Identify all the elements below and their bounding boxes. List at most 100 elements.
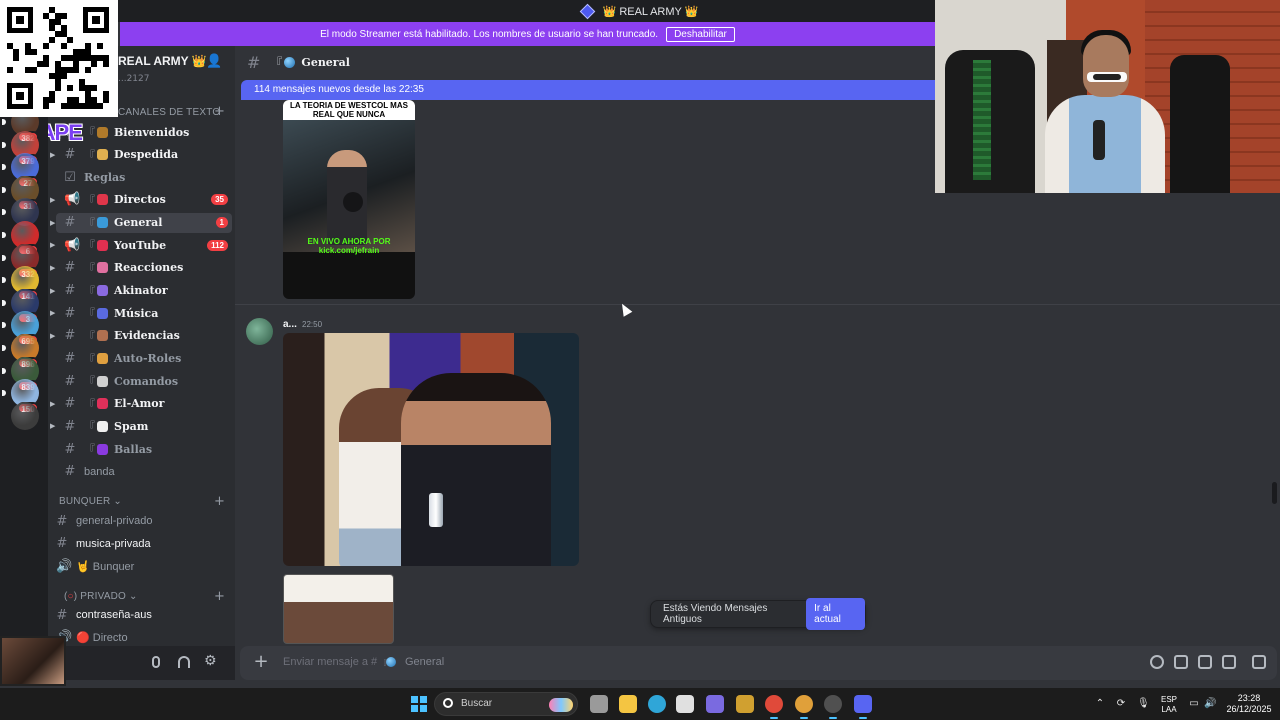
- channel-item[interactable]: ▶ # 『Música: [50, 303, 232, 323]
- chevron-up-icon[interactable]: ⌃: [1094, 698, 1106, 710]
- network-icon[interactable]: ▭: [1188, 698, 1200, 710]
- channel-item[interactable]: ▶ # 『Evidencias: [50, 326, 232, 346]
- image-attachment-2[interactable]: [283, 574, 394, 644]
- image-icon[interactable]: [1222, 655, 1236, 669]
- video-attachment[interactable]: LA TEORIA DE WESTCOL MAS REAL QUE NUNCA …: [283, 100, 415, 299]
- edge-icon[interactable]: [648, 695, 666, 713]
- chat-scrollbar[interactable]: [1272, 482, 1277, 504]
- category-text-channels[interactable]: CANALES DE TEXTO: [118, 107, 220, 118]
- task-view-icon[interactable]: [590, 695, 608, 713]
- channel-item[interactable]: # banda: [56, 462, 232, 482]
- add-attachment-icon[interactable]: +: [252, 653, 270, 671]
- language-indicator[interactable]: ESP LAA: [1158, 695, 1180, 720]
- channel-item[interactable]: # 『Ballas: [56, 439, 232, 459]
- new-messages-bar[interactable]: 114 mensajes nuevos desde las 22:35: [241, 80, 941, 100]
- video-caption: LA TEORIA DE WESTCOL MAS REAL QUE NUNCA: [283, 100, 415, 120]
- video-kick-link: EN VIVO AHORA POR kick.com/jefrain: [307, 237, 391, 255]
- voice-icon: 🔊: [56, 558, 73, 574]
- chrome-2-icon[interactable]: [795, 695, 813, 719]
- streamer-body: [1045, 95, 1165, 193]
- obs-icon[interactable]: [824, 695, 842, 719]
- channel-item[interactable]: ☑ Reglas: [56, 167, 232, 187]
- unread-indicator: [2, 390, 6, 397]
- unread-arrow-icon: ▶: [50, 286, 56, 295]
- unread-indicator: [2, 254, 6, 261]
- unread-arrow-icon: ▶: [50, 195, 56, 204]
- chat-header: # 『 General: [235, 46, 935, 78]
- apps-icon[interactable]: [1252, 655, 1266, 669]
- gift-icon[interactable]: [1150, 655, 1164, 669]
- jump-to-present-button[interactable]: Ir al actual: [806, 598, 865, 630]
- add-channel-icon[interactable]: +: [214, 589, 225, 604]
- channel-item[interactable]: ▶ 📢 『Directos 35: [50, 190, 232, 210]
- channel-emoji-icon: [97, 330, 108, 342]
- file-explorer-icon[interactable]: [619, 695, 637, 713]
- message-author[interactable]: a...: [283, 319, 297, 330]
- app-store-icon[interactable]: [676, 695, 694, 713]
- category-private[interactable]: (○) PRIVADO ⌄: [64, 591, 138, 602]
- channel-name: Música: [114, 306, 159, 320]
- channel-item[interactable]: ▶ 📢 『YouTube 112: [50, 235, 232, 255]
- disable-streamer-button[interactable]: Deshabilitar: [666, 26, 735, 42]
- globe-icon: [284, 56, 296, 68]
- wow-icon[interactable]: [736, 695, 754, 713]
- channel-item[interactable]: 🔊🔴 Directo: [56, 627, 232, 646]
- photo-can: [429, 493, 443, 527]
- channel-emoji-icon: [97, 307, 108, 319]
- sync-icon[interactable]: ⟳: [1115, 698, 1127, 710]
- gaming-chair-2: [1170, 55, 1230, 193]
- avatar[interactable]: [246, 318, 273, 345]
- add-channel-icon[interactable]: +: [214, 104, 225, 119]
- composer-channel: General: [405, 656, 445, 668]
- yape-overlay-logo: YAPE: [48, 120, 83, 145]
- clock[interactable]: 23:28 26/12/2025: [1226, 693, 1272, 720]
- copilot-icon[interactable]: [706, 695, 724, 713]
- channel-item[interactable]: # 『Comandos: [56, 371, 232, 391]
- unread-arrow-icon: ▶: [50, 218, 56, 227]
- add-member-icon[interactable]: 👤: [206, 54, 222, 69]
- chrome-icon[interactable]: [765, 695, 783, 719]
- channel-name: Ballas: [114, 442, 153, 456]
- taskbar-search-label: Buscar: [461, 698, 493, 709]
- play-icon[interactable]: [343, 192, 363, 212]
- unread-indicator: [2, 299, 6, 306]
- headphones-icon[interactable]: [178, 656, 190, 668]
- channel-item[interactable]: ▶ # 『Spam: [50, 416, 232, 436]
- unread-arrow-icon: ▶: [50, 309, 56, 318]
- channel-item[interactable]: ▶ # 『General 1: [50, 212, 232, 233]
- channel-emoji-icon: [97, 194, 108, 206]
- channel-emoji-icon: [97, 217, 108, 229]
- taskbar-search[interactable]: Buscar: [434, 692, 578, 716]
- message-composer[interactable]: + Enviar mensaje a # 『 General: [240, 646, 1277, 680]
- microphone-icon[interactable]: 🎙: [1137, 698, 1150, 710]
- globe-icon: [386, 657, 396, 667]
- channel-item[interactable]: ▶ # 『Reacciones: [50, 258, 232, 278]
- channel-item[interactable]: ▶ # 『Bienvenidos: [50, 122, 232, 142]
- volume-icon[interactable]: 🔊: [1204, 698, 1216, 710]
- gif-icon[interactable]: [1174, 655, 1188, 669]
- discord-icon[interactable]: [854, 695, 872, 719]
- channel-item[interactable]: ▶ # 『Despedida: [50, 145, 232, 165]
- windows-start-icon[interactable]: [411, 696, 427, 712]
- hash-icon: #: [64, 373, 76, 389]
- channel-item[interactable]: ▶ # 『Akinator: [50, 281, 232, 301]
- microphone-icon[interactable]: [152, 656, 160, 668]
- channel-item[interactable]: # 『Auto-Roles: [56, 349, 232, 369]
- channel-item[interactable]: # contraseña-aus: [56, 605, 232, 625]
- desktop: 👑 REAL ARMY 👑 El modo Streamer está habi…: [0, 0, 1280, 720]
- channel-item[interactable]: ▶ # 『El-Amor: [50, 394, 232, 414]
- channel-item[interactable]: # musica-privada: [56, 534, 232, 554]
- unread-indicator: [2, 186, 6, 193]
- channel-item[interactable]: # general-privado: [56, 511, 232, 531]
- server-subtitle: ...2127: [118, 74, 150, 84]
- hash-icon: #: [64, 396, 76, 412]
- category-bunker[interactable]: BUNQUER ⌄: [59, 496, 122, 507]
- settings-gear-icon[interactable]: ⚙: [204, 653, 217, 669]
- search-highlight-icon: [549, 698, 573, 712]
- image-attachment[interactable]: [283, 333, 579, 566]
- channel-item[interactable]: 🔊 🤘 Bunquer: [56, 556, 232, 576]
- sticker-icon[interactable]: [1198, 655, 1212, 669]
- add-channel-icon[interactable]: +: [214, 494, 225, 509]
- channel-name: Reglas: [84, 170, 126, 184]
- server-icon[interactable]: [11, 401, 39, 430]
